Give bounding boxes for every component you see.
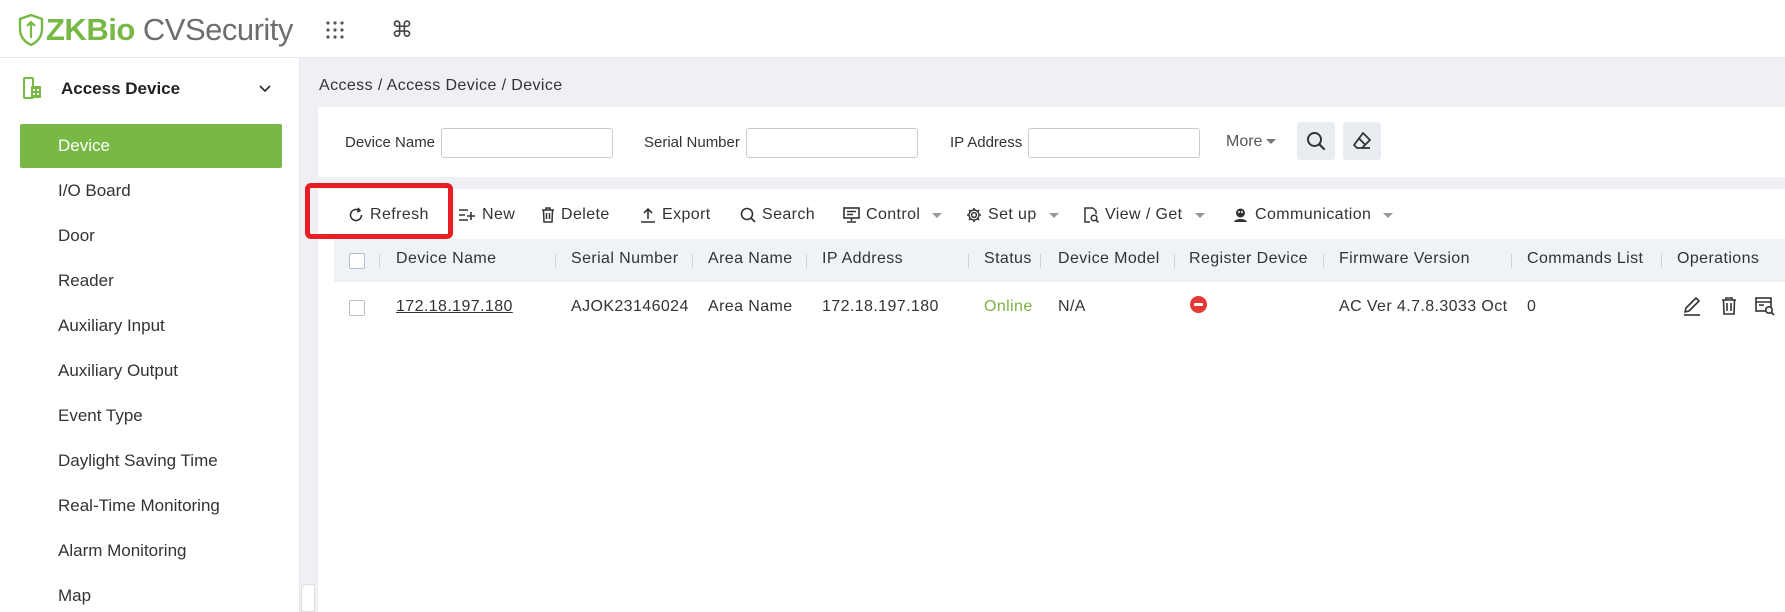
grid-dots-icon[interactable] <box>323 18 347 42</box>
export-icon <box>641 207 655 223</box>
column-header-operations: Operations <box>1677 250 1760 267</box>
column-separator <box>1323 254 1324 268</box>
sidebar-item-io-board[interactable]: I/O Board <box>20 169 282 213</box>
eraser-icon <box>1353 132 1371 149</box>
column-header-serial-number[interactable]: Serial Number <box>571 250 678 268</box>
column-header-device-name[interactable]: Device Name <box>396 250 496 268</box>
export-button[interactable]: Export <box>640 202 711 228</box>
device-model-cell: N/A <box>1058 298 1086 315</box>
firmware-version-cell: AC Ver 4.7.8.3033 Oct <box>1339 298 1508 315</box>
ip-address-input[interactable] <box>1028 128 1200 158</box>
column-separator <box>1511 254 1512 268</box>
serial-number-cell: AJOK231460249 <box>571 298 689 315</box>
column-separator <box>806 254 807 268</box>
filter-panel: Device Name Serial Number IP Address Mor… <box>318 107 1785 177</box>
caret-down-icon <box>932 212 943 218</box>
edit-icon[interactable] <box>1681 295 1703 317</box>
clear-filters-button[interactable] <box>1343 122 1381 160</box>
column-header-status[interactable]: Status <box>984 250 1032 268</box>
table-row: 172.18.197.180 AJOK231460249 Area Name 1… <box>334 284 1785 330</box>
ip-address-label: IP Address <box>950 134 1023 151</box>
column-header-device-model[interactable]: Device Model <box>1058 250 1160 268</box>
sidebar-item-real-time-monitoring[interactable]: Real-Time Monitoring <box>20 484 282 528</box>
column-separator <box>555 254 556 268</box>
sidebar-item-event-type[interactable]: Event Type <box>20 394 282 438</box>
view-get-dropdown[interactable]: View / Get <box>1083 202 1205 228</box>
more-filters-button[interactable]: More <box>1226 133 1277 151</box>
device-name-input[interactable] <box>441 128 613 158</box>
sidebar-item-map[interactable]: Map <box>20 574 282 612</box>
refresh-button[interactable]: Refresh <box>348 202 429 228</box>
sidebar-module-label: Access Device <box>61 79 181 98</box>
sidebar-collapse-handle[interactable] <box>301 584 315 612</box>
commands-list-cell: 0 <box>1527 298 1537 315</box>
column-header-register-device[interactable]: Register Device <box>1189 250 1308 268</box>
ip-address-cell: 172.18.197.180 <box>822 298 939 315</box>
search-icon <box>740 207 756 223</box>
search-icon <box>1307 132 1326 151</box>
column-separator <box>379 254 380 268</box>
column-separator <box>1661 254 1662 268</box>
top-header: ZKBio CVSecurity ⌘ <box>0 0 1785 58</box>
device-name-label: Device Name <box>345 134 436 151</box>
caret-down-icon <box>1048 212 1059 218</box>
access-device-icon <box>23 77 41 99</box>
status-cell: Online <box>984 298 1033 315</box>
sidebar: Access Device Device I/O Board Door Read… <box>0 58 300 612</box>
breadcrumb: Access / Access Device / Device <box>319 77 563 94</box>
column-header-ip-address[interactable]: IP Address <box>822 250 903 268</box>
select-all-checkbox[interactable] <box>349 253 365 269</box>
serial-number-label: Serial Number <box>644 134 740 151</box>
column-separator <box>692 254 693 268</box>
monitor-icon <box>843 207 860 223</box>
shield-logo-icon <box>18 14 44 46</box>
trash-icon[interactable] <box>1718 295 1740 317</box>
communication-dropdown[interactable]: Communication <box>1232 202 1394 228</box>
column-separator <box>968 254 969 268</box>
add-list-icon <box>459 209 475 221</box>
new-button[interactable]: New <box>458 202 515 228</box>
device-name-link[interactable]: 172.18.197.180 <box>396 298 551 316</box>
communication-icon <box>1234 208 1247 222</box>
sidebar-item-reader[interactable]: Reader <box>20 259 282 303</box>
delete-button[interactable]: Delete <box>541 202 610 228</box>
column-separator <box>1040 254 1041 268</box>
sidebar-item-alarm-monitoring[interactable]: Alarm Monitoring <box>20 529 282 573</box>
sidebar-item-door[interactable]: Door <box>20 214 282 258</box>
register-device-no-icon <box>1190 296 1207 313</box>
row-checkbox[interactable] <box>349 300 365 316</box>
device-view-icon[interactable] <box>1754 295 1776 317</box>
caret-down-icon <box>1194 212 1205 218</box>
command-icon[interactable]: ⌘ <box>390 17 414 42</box>
column-separator <box>1174 254 1175 268</box>
area-name-cell: Area Name <box>708 298 793 315</box>
document-search-icon <box>1084 207 1099 223</box>
trash-icon <box>542 207 554 223</box>
chevron-down-icon[interactable] <box>257 80 273 96</box>
search-button[interactable] <box>1297 122 1335 160</box>
sidebar-item-auxiliary-output[interactable]: Auxiliary Output <box>20 349 282 393</box>
sidebar-item-device[interactable]: Device <box>20 124 282 168</box>
logo-text: ZKBio CVSecurity <box>46 12 293 47</box>
app-logo[interactable]: ZKBio CVSecurity <box>18 12 293 48</box>
control-dropdown[interactable]: Control <box>843 202 943 228</box>
sidebar-item-daylight-saving-time[interactable]: Daylight Saving Time <box>20 439 282 483</box>
sidebar-module-access-device[interactable]: Access Device <box>0 58 299 120</box>
column-header-commands-list[interactable]: Commands List <box>1527 250 1643 268</box>
sidebar-item-auxiliary-input[interactable]: Auxiliary Input <box>20 304 282 348</box>
serial-number-input[interactable] <box>746 128 918 158</box>
caret-down-icon <box>1266 139 1277 145</box>
column-header-firmware-version[interactable]: Firmware Version <box>1339 250 1470 268</box>
refresh-icon <box>349 207 363 222</box>
caret-down-icon <box>1383 212 1394 218</box>
column-header-area-name[interactable]: Area Name <box>708 250 793 268</box>
table-header: Device Name Serial Number Area Name IP A… <box>334 239 1785 282</box>
advanced-search-button[interactable]: Search <box>740 202 815 228</box>
gear-icon <box>967 208 981 222</box>
setup-dropdown[interactable]: Set up <box>966 202 1059 228</box>
